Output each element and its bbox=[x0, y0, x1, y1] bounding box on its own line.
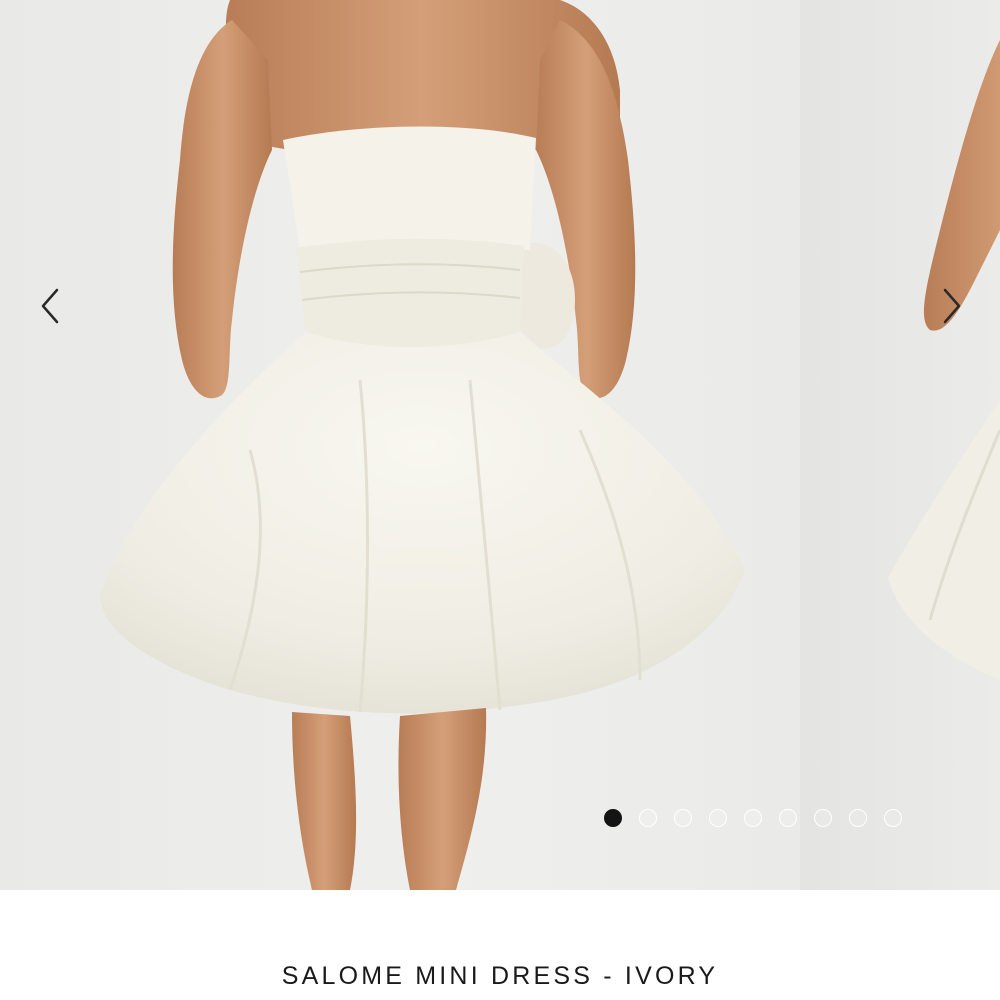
gallery-next-button[interactable] bbox=[932, 286, 972, 326]
chevron-left-icon bbox=[41, 288, 59, 324]
chevron-right-icon bbox=[943, 288, 961, 324]
product-image-next-preview bbox=[800, 0, 1000, 890]
gallery-dot[interactable] bbox=[884, 809, 902, 827]
gallery-dot[interactable] bbox=[744, 809, 762, 827]
gallery-dot[interactable] bbox=[674, 809, 692, 827]
product-image-gallery[interactable] bbox=[0, 0, 1000, 890]
gallery-dot[interactable] bbox=[849, 809, 867, 827]
gallery-dot[interactable] bbox=[604, 809, 622, 827]
gallery-dot[interactable] bbox=[814, 809, 832, 827]
gallery-pagination bbox=[604, 809, 902, 827]
gallery-dot[interactable] bbox=[639, 809, 657, 827]
product-photo bbox=[100, 0, 745, 890]
gallery-prev-button[interactable] bbox=[30, 286, 70, 326]
product-image-main bbox=[0, 0, 800, 890]
gallery-dot[interactable] bbox=[709, 809, 727, 827]
gallery-dot[interactable] bbox=[779, 809, 797, 827]
product-title: SALOME MINI DRESS - IVORY bbox=[281, 962, 719, 990]
next-product-photo bbox=[888, 40, 1000, 680]
